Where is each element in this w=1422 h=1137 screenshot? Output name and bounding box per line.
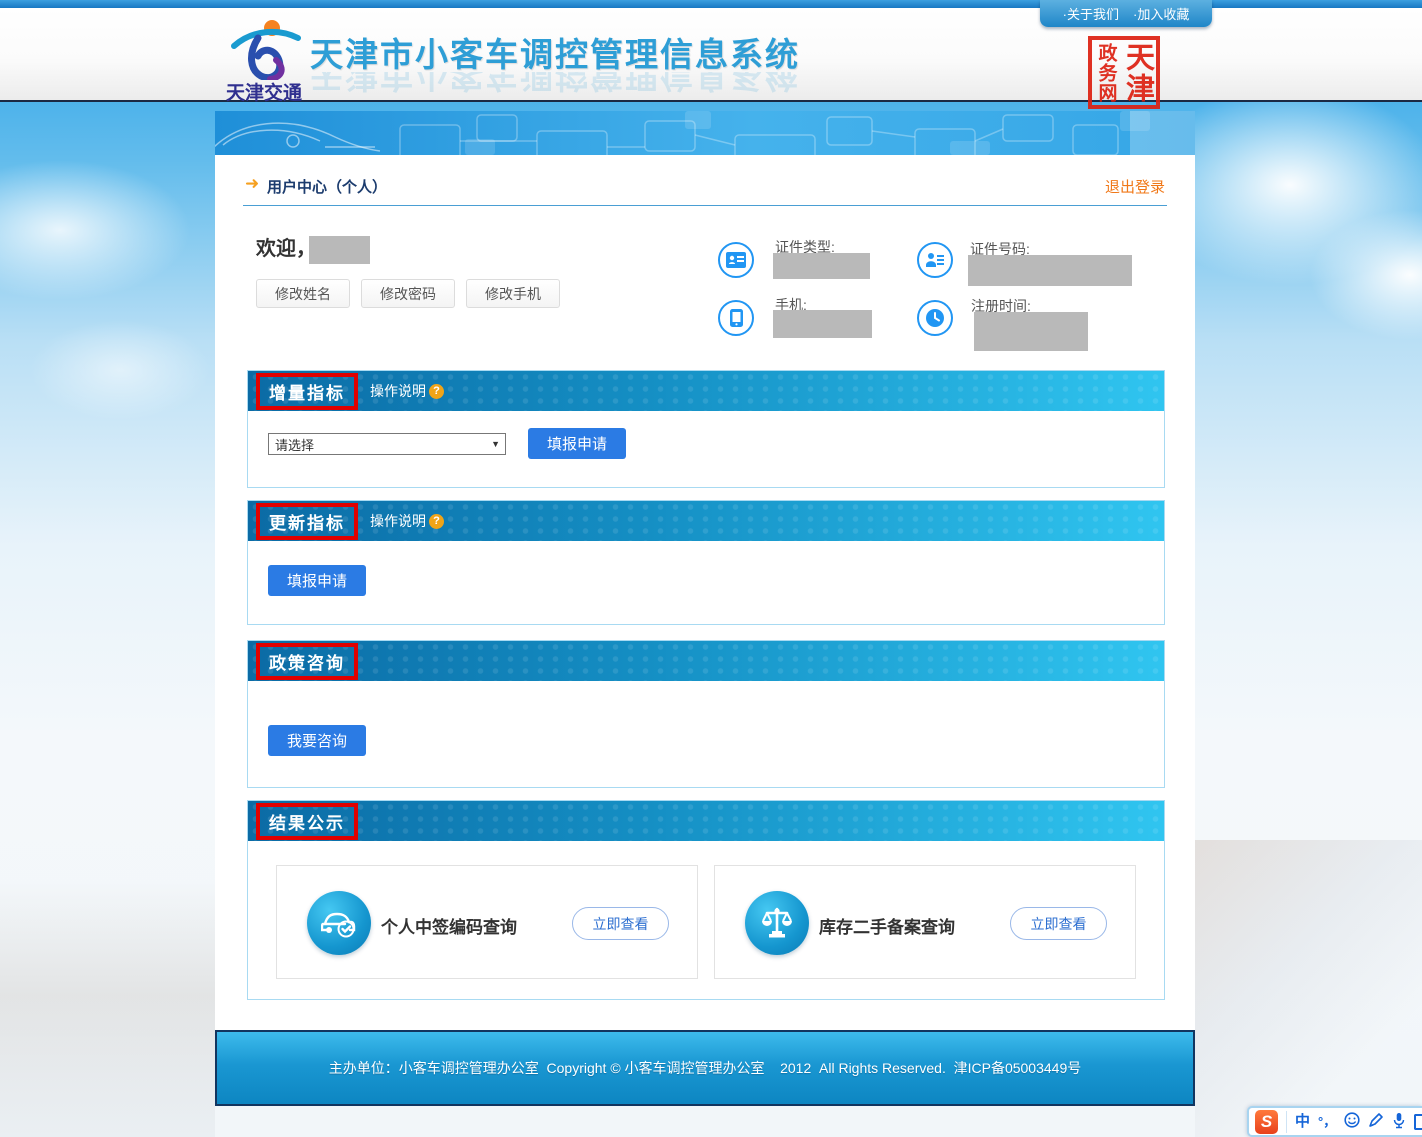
question-mark-icon: ? (429, 384, 444, 399)
section-body: 我要咨询 (248, 681, 1164, 789)
help-label: 操作说明 (370, 511, 426, 531)
section-increment-quota: 增量指标 操作说明 ? 请选择 ▼ 填报申请 (247, 370, 1165, 488)
seal-text-right: 天津 (1123, 42, 1152, 104)
sogou-logo-icon[interactable]: S (1255, 1110, 1278, 1134)
help-label: 操作说明 (370, 381, 426, 401)
question-mark-icon: ? (429, 514, 444, 529)
modify-phone-button[interactable]: 修改手机 (466, 279, 560, 308)
info-item-register-time: 注册时间: (917, 295, 1127, 353)
modify-password-button[interactable]: 修改密码 (361, 279, 455, 308)
top-links-tab: ·关于我们 ·加入收藏 (1040, 0, 1212, 27)
apply-increment-button[interactable]: 填报申请 (528, 428, 626, 459)
breadcrumb-row: ➜ 用户中心（个人） 退出登录 (243, 173, 1167, 199)
cloud-decoration (30, 320, 210, 420)
section-title-highlight: 增量指标 (256, 373, 358, 410)
tech-banner (215, 111, 1195, 155)
welcome-label: 欢迎， (256, 235, 316, 263)
cloud-decoration (0, 160, 190, 300)
section-header: 增量指标 操作说明 ? (248, 371, 1164, 411)
ime-handwriting-pencil-icon[interactable] (1368, 1112, 1384, 1131)
ime-toolbar: S 中 °， (1247, 1106, 1422, 1137)
ime-chinese-mode-button[interactable]: 中 (1295, 1114, 1310, 1129)
section-header: 政策咨询 (248, 641, 1164, 681)
info-item-id-type: 证件类型: (718, 237, 928, 295)
quota-type-select[interactable]: 请选择 ▼ (268, 433, 506, 455)
phone-icon (718, 300, 754, 336)
ime-keyboard-icon[interactable] (1414, 1114, 1422, 1130)
info-item-id-number: 证件号码: (917, 237, 1127, 295)
arrow-icon: ➜ (245, 174, 259, 194)
section-body: 个人中签编码查询 立即查看 库存二手备案查询 立即查看 (248, 841, 1164, 1001)
consult-button[interactable]: 我要咨询 (268, 725, 366, 756)
add-favorite-link[interactable]: ·加入收藏 (1133, 4, 1189, 23)
section-title-highlight: 结果公示 (256, 803, 358, 840)
seal-text-left: 政务网 (1097, 43, 1116, 103)
redacted-value (773, 253, 870, 279)
secondhand-record-card: 库存二手备案查询 立即查看 (714, 865, 1136, 979)
card-title: 库存二手备案查询 (819, 913, 955, 938)
section-renewal-quota: 更新指标 操作说明 ? 填报申请 (247, 500, 1165, 625)
car-check-icon (307, 891, 371, 955)
cloud-decoration (1310, 210, 1422, 340)
clock-icon (917, 300, 953, 336)
card-title: 个人中签编码查询 (381, 913, 517, 938)
info-item-phone: 手机: (718, 295, 928, 353)
main-content: ➜ 用户中心（个人） 退出登录 欢迎， 修改姓名 修改密码 修改手机 证件类型:… (215, 155, 1195, 1030)
section-title-highlight: 政策咨询 (256, 643, 358, 680)
footer-text: 主办单位：小客车调控管理办公室 Copyright © 小客车调控管理办公室 2… (329, 1058, 1082, 1078)
section-results: 结果公示 个人中签编码查询 立即查看 库存二手备案查询 立即查看 (247, 800, 1165, 1000)
toolbar-divider (1286, 1111, 1287, 1133)
ime-emoji-button[interactable] (1344, 1112, 1360, 1131)
ime-microphone-icon[interactable] (1392, 1112, 1406, 1132)
select-value: 请选择 (275, 435, 314, 454)
site-title-reflection: 天津市小客车调控管理信息系统 (310, 72, 800, 102)
section-title-highlight: 更新指标 (256, 503, 358, 540)
logout-link[interactable]: 退出登录 (1105, 176, 1165, 197)
logo-text: 天津交通 (218, 78, 310, 105)
section-body: 请选择 ▼ 填报申请 (248, 411, 1164, 489)
chevron-down-icon: ▼ (491, 439, 500, 449)
page: 天津交通 天津市小客车调控管理信息系统 天津市小客车调控管理信息系统 天津 政务… (0, 0, 1422, 1137)
scales-icon (745, 891, 809, 955)
redacted-value (974, 312, 1088, 351)
lottery-result-card: 个人中签编码查询 立即查看 (276, 865, 698, 979)
modify-name-button[interactable]: 修改姓名 (256, 279, 350, 308)
view-lottery-result-button[interactable]: 立即查看 (572, 907, 669, 940)
city-scenery (0, 880, 215, 1137)
breadcrumb: 用户中心（个人） (267, 176, 387, 197)
city-scenery (1195, 840, 1422, 1137)
view-secondhand-record-button[interactable]: 立即查看 (1010, 907, 1107, 940)
help-link[interactable]: 操作说明 ? (370, 511, 444, 531)
section-policy-consult: 政策咨询 我要咨询 (247, 640, 1165, 788)
redacted-value (968, 255, 1132, 286)
about-us-link[interactable]: ·关于我们 (1063, 4, 1119, 23)
section-header: 更新指标 操作说明 ? (248, 501, 1164, 541)
help-link[interactable]: 操作说明 ? (370, 381, 444, 401)
tianjin-traffic-logo-icon (228, 18, 302, 80)
site-title: 天津市小客车调控管理信息系统 (310, 28, 800, 76)
tianjin-gov-seal: 天津 政务网 (1088, 36, 1160, 109)
section-body: 填报申请 (248, 541, 1164, 626)
person-list-icon (917, 242, 953, 278)
section-header: 结果公示 (248, 801, 1164, 841)
apply-renewal-button[interactable]: 填报申请 (268, 565, 366, 596)
divider (243, 205, 1167, 206)
banner-pattern (215, 111, 1195, 155)
redacted-value (773, 310, 872, 338)
page-footer: 主办单位：小客车调控管理办公室 Copyright © 小客车调控管理办公室 2… (215, 1030, 1195, 1106)
ime-punctuation-button[interactable]: °， (1318, 1115, 1336, 1128)
redacted-username (309, 236, 370, 264)
id-card-icon (718, 242, 754, 278)
